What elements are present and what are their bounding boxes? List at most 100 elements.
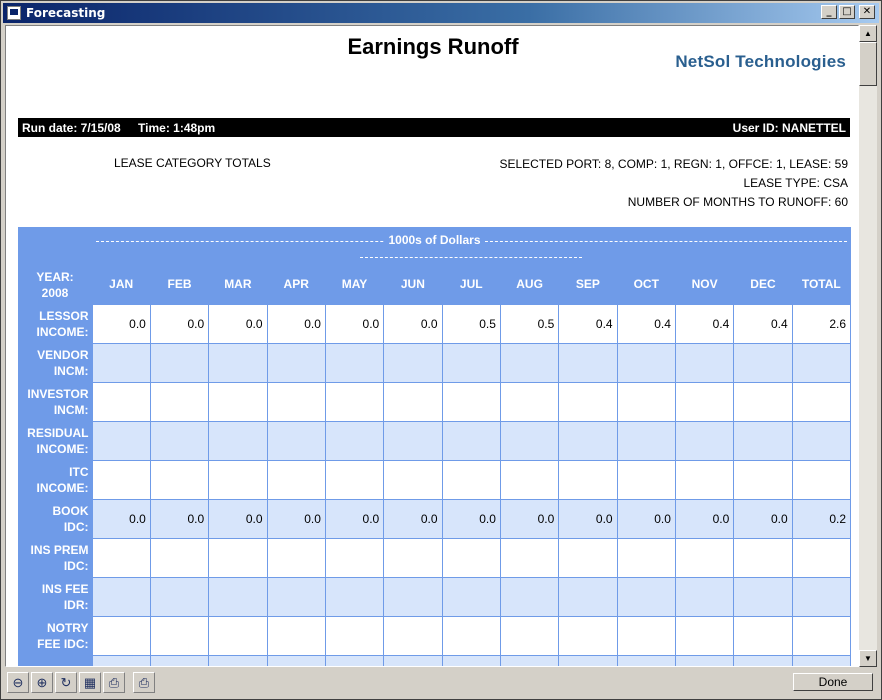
column-header: JAN [109, 277, 134, 292]
table-cell [616, 459, 676, 500]
scroll-down-button[interactable]: ▼ [859, 650, 877, 667]
scroll-up-button[interactable]: ▲ [859, 25, 877, 42]
report-view: Earnings Runoff NetSol Technologies Run … [5, 25, 859, 667]
column-header: AUG [516, 277, 543, 292]
table-cell [616, 381, 676, 422]
table-cell [791, 342, 852, 383]
done-button[interactable]: Done [793, 673, 873, 691]
column-header: APR [283, 277, 309, 292]
table-cell [324, 537, 385, 578]
table-cell [266, 576, 326, 617]
scroll-thumb[interactable] [859, 42, 877, 86]
selection-line: NUMBER OF MONTHS TO RUNOFF: 60 [627, 195, 848, 209]
zoom-out-icon[interactable]: ⊖ [7, 672, 29, 693]
table-cell [441, 342, 501, 383]
table-cell [499, 342, 560, 383]
zoom-in-icon[interactable]: ⊕ [31, 672, 53, 693]
row-label-line: INVESTOR [27, 386, 89, 401]
table-cell [383, 615, 443, 656]
close-button[interactable]: ✕ [859, 5, 875, 19]
table-cell [266, 654, 326, 666]
table-cell [208, 381, 268, 422]
title-bar[interactable]: Forecasting _ □ ✕ [3, 3, 879, 23]
row-label-line: IDC: [63, 519, 89, 534]
row-label: VENDOR INCM: [18, 343, 92, 382]
table-cell [149, 615, 210, 656]
year-value: 2008 [41, 285, 69, 300]
table-cell [91, 459, 151, 500]
table-cell [791, 459, 852, 500]
table-cell [674, 654, 735, 666]
runoff-table: 1000s of Dollars YEAR: 2008 JAN FEB MAR APR MA… [18, 227, 852, 666]
table-cell [499, 381, 560, 422]
table-cell: 0.4 [616, 303, 676, 344]
table-cell [208, 615, 268, 656]
table-cell [441, 615, 501, 656]
table-cell: 0.0 [208, 303, 268, 344]
run-date: Run date: 7/15/08 [22, 120, 121, 135]
print-icon[interactable]: ⎙ [133, 672, 155, 693]
table-cell [91, 654, 151, 666]
table-row: NOTRY FEE IDC: [18, 615, 852, 656]
lease-category-label: LEASE CATEGORY TOTALS [114, 156, 271, 170]
table-cell [499, 420, 560, 461]
table-cell [208, 342, 268, 383]
table-cell [266, 381, 326, 422]
table-cell [499, 537, 560, 578]
table-cell [441, 420, 501, 461]
run-info-bar: Run date: 7/15/08 Time: 1:48pm User ID: … [18, 118, 850, 137]
table-row: INS FEE IDR: [18, 576, 852, 617]
column-header: DEC [750, 277, 776, 292]
maximize-button[interactable]: □ [839, 5, 855, 19]
row-label: ITC INCOME: [18, 460, 92, 499]
table-cell: 0.0 [266, 498, 326, 539]
minimize-button[interactable]: _ [821, 5, 837, 19]
table-cell [558, 615, 618, 656]
column-header: SEP [575, 277, 600, 292]
table-cell [91, 420, 151, 461]
row-label: BOOK IDC: [18, 499, 92, 538]
table-cell [91, 381, 151, 422]
row-label-line: INS PREM [30, 542, 89, 557]
row-label-line: RESIDUAL [27, 425, 89, 440]
table-cell [674, 342, 735, 383]
excel-export-icon[interactable]: ▦ [79, 672, 101, 693]
column-header: TOTAL [801, 277, 841, 292]
selection-info: SELECTED PORT: 8, COMP: 1, REGN: 1, OFFC… [499, 155, 848, 212]
table-cell: 0.0 [324, 303, 385, 344]
table-cell [324, 420, 385, 461]
table-cell: 0.0 [324, 498, 385, 539]
table-row: ITC INCOME: [18, 459, 852, 500]
table-cell [383, 576, 443, 617]
table-cell [383, 381, 443, 422]
table-cell: 0.0 [733, 498, 793, 539]
print-preview-icon[interactable]: ⎙ [103, 672, 125, 693]
table-row: VENDOR INCM: [18, 342, 852, 383]
table-cell [499, 615, 560, 656]
table-cell [791, 537, 852, 578]
column-header: JUN [400, 277, 425, 292]
table-cell [324, 654, 385, 666]
table-cell: 0.0 [674, 498, 735, 539]
table-cell: 0.0 [91, 303, 151, 344]
units-banner: 1000s of Dollars [18, 227, 851, 265]
runoff-grid: YEAR: 2008 JAN FEB MAR APR MAY JUN JUL AUG SEP OCT N… [18, 265, 852, 666]
column-header: MAY [341, 277, 368, 292]
table-row: REG FEE [18, 654, 852, 666]
table-cell: 0.4 [558, 303, 618, 344]
table-cell: 0.0 [499, 498, 560, 539]
table-cell [383, 537, 443, 578]
table-cell [383, 654, 443, 666]
table-cell [674, 459, 735, 500]
table-cell [324, 342, 385, 383]
year-header: YEAR: 2008 [18, 265, 92, 304]
table-cell [149, 537, 210, 578]
table-cell [208, 459, 268, 500]
table-cell [266, 615, 326, 656]
row-label-line: IDR: [63, 597, 89, 612]
column-header: NOV [691, 277, 718, 292]
table-cell [499, 459, 560, 500]
refresh-icon[interactable]: ↻ [55, 672, 77, 693]
vertical-scrollbar[interactable]: ▲ ▼ [859, 25, 877, 667]
table-cell [733, 420, 793, 461]
